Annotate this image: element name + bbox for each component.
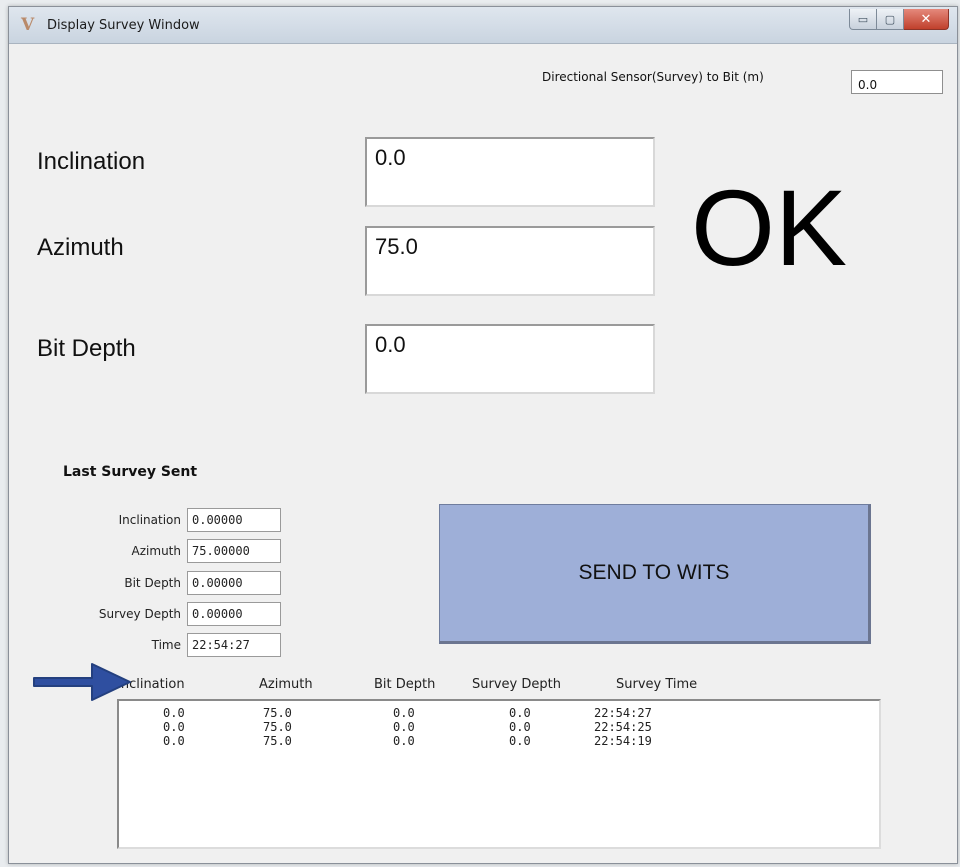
cell-inclination: 0.0 [163,706,185,720]
right-arrow-icon [33,663,131,701]
cell-azimuth: 75.0 [263,734,292,748]
title-bar[interactable]: V Display Survey Window ▭ ▢ ✕ [9,7,957,44]
table-row[interactable]: 0.0 75.0 0.0 0.0 22:54:19 [119,734,879,748]
cell-survey-depth: 0.0 [509,734,531,748]
cell-bit-depth: 0.0 [393,720,415,734]
last-bit-depth-field[interactable]: 0.00000 [187,571,281,595]
caption-buttons: ▭ ▢ ✕ [849,9,949,30]
cell-survey-time: 22:54:19 [594,734,652,748]
inclination-input[interactable]: 0.0 [365,137,655,207]
maximize-icon: ▢ [884,12,896,26]
send-to-wits-label: SEND TO WITS [578,561,730,584]
column-header-bit-depth: Bit Depth [374,677,436,692]
minimize-button[interactable]: ▭ [849,9,877,30]
last-azimuth-label: Azimuth [131,544,181,558]
last-survey-title: Last Survey Sent [63,464,198,480]
last-survey-depth-field[interactable]: 0.00000 [187,602,281,626]
close-icon: ✕ [920,11,932,27]
bit-depth-input[interactable]: 0.0 [365,324,655,394]
sensor-to-bit-label: Directional Sensor(Survey) to Bit (m) [542,70,764,84]
status-ok-indicator: OK [691,167,848,288]
bit-depth-label: Bit Depth [37,335,136,362]
cell-inclination: 0.0 [163,734,185,748]
last-inclination-field[interactable]: 0.00000 [187,508,281,532]
column-header-survey-depth: Survey Depth [472,677,561,692]
window-title: Display Survey Window [47,18,200,33]
cell-survey-depth: 0.0 [509,720,531,734]
minimize-icon: ▭ [857,12,869,26]
cell-bit-depth: 0.0 [393,734,415,748]
send-to-wits-button[interactable]: SEND TO WITS [439,504,871,644]
cell-survey-depth: 0.0 [509,706,531,720]
last-time-field[interactable]: 22:54:27 [187,633,281,657]
inclination-label: Inclination [37,148,146,175]
table-row[interactable]: 0.0 75.0 0.0 0.0 22:54:27 [119,706,879,720]
display-survey-window: V Display Survey Window ▭ ▢ ✕ Directiona… [8,6,958,864]
cell-inclination: 0.0 [163,720,185,734]
cell-survey-time: 22:54:25 [594,720,652,734]
column-header-azimuth: Azimuth [259,677,313,692]
cell-azimuth: 75.0 [263,706,292,720]
table-row[interactable]: 0.0 75.0 0.0 0.0 22:54:25 [119,720,879,734]
cell-survey-time: 22:54:27 [594,706,652,720]
close-button[interactable]: ✕ [904,9,949,30]
last-bit-depth-label: Bit Depth [124,576,181,590]
column-header-survey-time: Survey Time [616,677,698,692]
survey-list[interactable]: 0.0 75.0 0.0 0.0 22:54:27 0.0 75.0 0.0 0… [117,699,881,849]
azimuth-input[interactable]: 75.0 [365,226,655,296]
cell-azimuth: 75.0 [263,720,292,734]
sensor-to-bit-input[interactable]: 0.0 [851,70,943,94]
client-area: Directional Sensor(Survey) to Bit (m) 0.… [9,44,957,863]
last-time-label: Time [151,638,181,652]
last-azimuth-field[interactable]: 75.00000 [187,539,281,563]
last-survey-depth-label: Survey Depth [98,607,181,621]
maximize-button[interactable]: ▢ [877,9,904,30]
azimuth-label: Azimuth [37,234,124,261]
last-inclination-label: Inclination [118,513,181,527]
app-icon: V [21,15,35,35]
cell-bit-depth: 0.0 [393,706,415,720]
